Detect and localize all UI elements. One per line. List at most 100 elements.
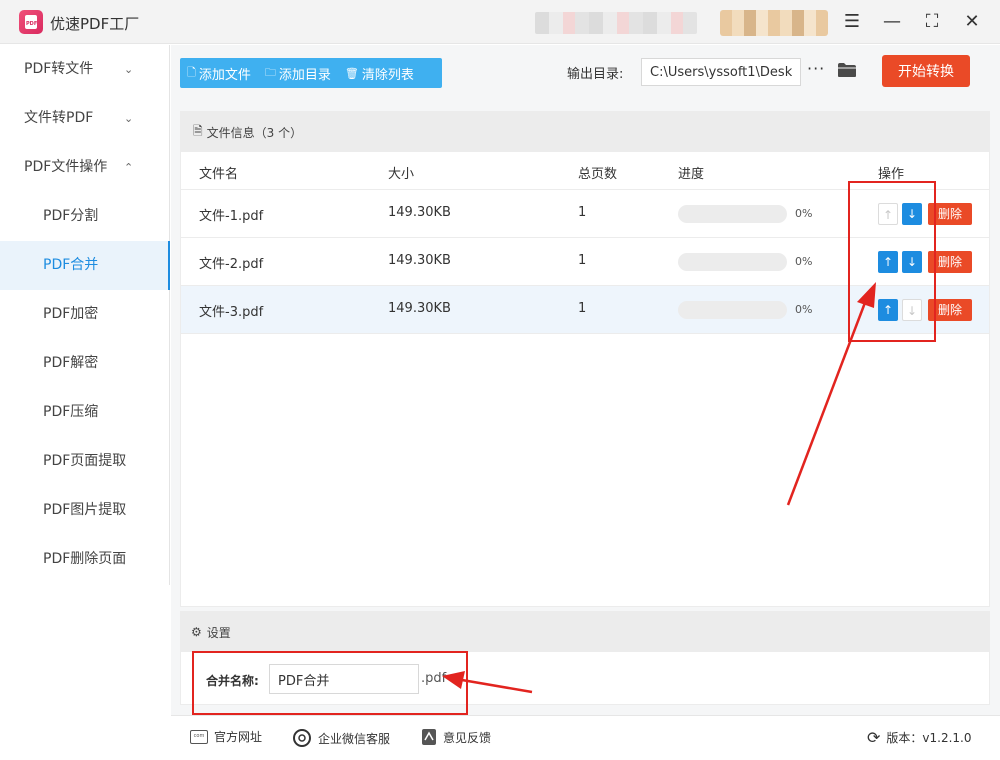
progress-percent: 0% [795, 255, 813, 268]
sidebar-item-pdf-to-file[interactable]: PDF转文件 ⌄ [0, 45, 169, 94]
menu-icon[interactable]: ☰ [840, 10, 864, 34]
sidebar-item-label: PDF文件操作 [24, 159, 108, 175]
table-row[interactable]: 文件-3.pdf 149.30KB 1 0% ↑ ↓ 删除 [181, 286, 989, 334]
sidebar-item-label: PDF转文件 [24, 61, 94, 77]
col-size: 大小 [388, 167, 415, 182]
file-name: 文件-2.pdf [199, 257, 264, 272]
progress-bar [678, 301, 787, 319]
sidebar: PDF转文件 ⌄ 文件转PDF ⌄ PDF文件操作 ⌃ PDF分割 PDF合并 … [0, 45, 170, 585]
sidebar-item-pdf-image-extract[interactable]: PDF图片提取 [0, 486, 169, 535]
delete-button[interactable]: 删除 [928, 251, 972, 273]
add-file-button[interactable]: 🗋 添加文件 [180, 64, 258, 83]
file-size: 149.30KB [388, 301, 451, 316]
sidebar-item-pdf-delete-pages[interactable]: PDF删除页面 [0, 535, 169, 584]
settings-title: 设置 [206, 625, 231, 640]
table-row[interactable]: 文件-1.pdf 149.30KB 1 0% ↑ ↓ 删除 [181, 190, 989, 238]
sidebar-item-label: 文件转PDF [24, 110, 94, 126]
file-pages: 1 [578, 205, 587, 220]
file-icon: 🗋 [187, 65, 196, 79]
document-icon: 🗎 [193, 123, 203, 138]
more-options-icon[interactable]: ··· [807, 59, 825, 78]
feedback-label: 意见反馈 [443, 730, 492, 745]
output-dir-input[interactable] [641, 58, 801, 86]
file-info-title: 文件信息（3 个） [206, 125, 303, 140]
progress-percent: 0% [795, 303, 813, 316]
chevron-down-icon: ⌄ [124, 112, 134, 125]
minimize-icon[interactable]: — [880, 10, 904, 34]
file-pages: 1 [578, 301, 587, 316]
settings-panel: ⚙ 设置 合并名称: .pdf [180, 611, 990, 705]
settings-header: ⚙ 设置 [181, 612, 989, 652]
col-name: 文件名 [199, 167, 239, 182]
delete-button[interactable]: 删除 [928, 299, 972, 321]
clear-list-button[interactable]: 🗑 清除列表 [338, 64, 421, 83]
blurred-user-badge[interactable] [720, 10, 828, 36]
website-icon: com [190, 729, 208, 744]
feedback-icon [422, 729, 436, 745]
website-label: 官方网址 [214, 730, 263, 744]
move-down-icon[interactable]: ↓ [902, 203, 922, 225]
move-up-icon[interactable]: ↑ [878, 251, 898, 273]
chat-icon [293, 729, 311, 747]
wechat-support-link[interactable]: 企业微信客服 [292, 728, 390, 748]
move-down-icon: ↓ [902, 299, 922, 321]
sidebar-item-file-to-pdf[interactable]: 文件转PDF ⌄ [0, 94, 169, 143]
sidebar-item-pdf-page-extract[interactable]: PDF页面提取 [0, 437, 169, 486]
folder-icon: 🗀 [264, 65, 276, 79]
move-up-icon: ↑ [878, 203, 898, 225]
table-row[interactable]: 文件-2.pdf 149.30KB 1 0% ↑ ↓ 删除 [181, 238, 989, 286]
file-name: 文件-1.pdf [199, 209, 264, 224]
gear-icon: ⚙ [191, 625, 202, 639]
add-directory-label: 添加目录 [278, 67, 331, 83]
progress-bar [678, 253, 787, 271]
refresh-icon: ⟳ [867, 728, 881, 747]
file-name: 文件-3.pdf [199, 305, 264, 320]
sidebar-item-pdf-decrypt[interactable]: PDF解密 [0, 339, 169, 388]
file-table-header: 文件名 大小 总页数 进度 操作 [181, 152, 989, 190]
sidebar-item-pdf-operations[interactable]: PDF文件操作 ⌃ [0, 143, 169, 192]
feedback-link[interactable]: 意见反馈 [421, 728, 491, 746]
progress-bar [678, 205, 787, 223]
sidebar-item-pdf-split[interactable]: PDF分割 [0, 192, 169, 241]
main-panel: 🗋 添加文件 🗀 添加目录 🗑 清除列表 输出目录: ··· 开始转换 🗎 文件… [171, 45, 1000, 715]
website-link[interactable]: com 官方网址 [190, 728, 262, 745]
file-size: 149.30KB [388, 205, 451, 220]
maximize-icon[interactable]: ⛶ [920, 10, 944, 34]
add-directory-button[interactable]: 🗀 添加目录 [258, 64, 338, 83]
chevron-down-icon: ⌄ [124, 63, 134, 76]
file-size: 149.30KB [388, 253, 451, 268]
open-folder-icon[interactable] [837, 62, 857, 78]
sidebar-item-pdf-merge[interactable]: PDF合并 [0, 241, 170, 290]
add-file-label: 添加文件 [198, 67, 251, 83]
version-label: 版本：v1.2.1.0 [886, 731, 972, 745]
col-ops: 操作 [878, 167, 905, 182]
delete-button[interactable]: 删除 [928, 203, 972, 225]
trash-icon: 🗑 [344, 66, 359, 80]
clear-list-label: 清除列表 [361, 67, 414, 83]
app-logo-icon: PDF [19, 10, 43, 34]
file-toolbar: 🗋 添加文件 🗀 添加目录 🗑 清除列表 [180, 58, 442, 88]
title-bar: PDF 优速PDF工厂 ☰ — ⛶ ✕ [0, 0, 1000, 44]
file-list-panel: 🗎 文件信息（3 个） 文件名 大小 总页数 进度 操作 文件-1.pdf 14… [180, 111, 990, 607]
col-pages: 总页数 [578, 167, 618, 182]
sidebar-item-pdf-encrypt[interactable]: PDF加密 [0, 290, 169, 339]
sidebar-item-pdf-compress[interactable]: PDF压缩 [0, 388, 169, 437]
progress-percent: 0% [795, 207, 813, 220]
version-info[interactable]: ⟳ 版本：v1.2.1.0 [867, 728, 972, 747]
footer: com 官方网址 企业微信客服 意见反馈 ⟳ 版本：v1.2.1.0 [171, 715, 1000, 760]
merge-name-extension: .pdf [421, 671, 447, 686]
chevron-up-icon: ⌃ [124, 161, 134, 174]
merge-name-label: 合并名称: [206, 674, 259, 688]
col-progress: 进度 [678, 167, 705, 182]
move-down-icon[interactable]: ↓ [902, 251, 922, 273]
move-up-icon[interactable]: ↑ [878, 299, 898, 321]
file-info-header: 🗎 文件信息（3 个） [181, 112, 989, 152]
close-icon[interactable]: ✕ [960, 10, 984, 34]
start-convert-button[interactable]: 开始转换 [882, 55, 970, 87]
output-dir-label: 输出目录: [567, 67, 624, 82]
blurred-account-info [535, 12, 697, 34]
merge-name-input[interactable] [269, 664, 419, 694]
app-title: 优速PDF工厂 [50, 15, 140, 33]
wechat-support-label: 企业微信客服 [318, 731, 391, 746]
file-pages: 1 [578, 253, 587, 268]
